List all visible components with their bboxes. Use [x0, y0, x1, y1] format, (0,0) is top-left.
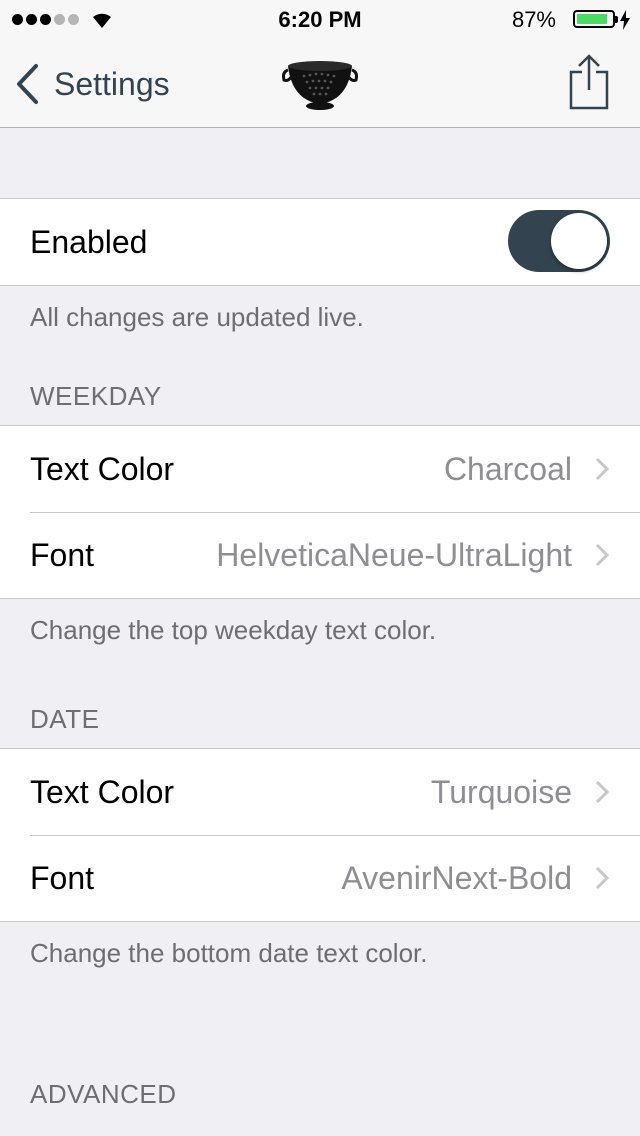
date-text-color-value: Turquoise	[430, 773, 572, 810]
back-button[interactable]: Settings	[14, 40, 170, 128]
weekday-font-label: Font	[30, 536, 95, 573]
weekday-font-cell[interactable]: Font HelveticaNeue-UltraLight	[0, 512, 640, 598]
back-button-label: Settings	[54, 65, 170, 102]
weekday-text-color-cell[interactable]: Text Color Charcoal	[0, 426, 640, 512]
settings-screen: 6:20 PM 87% Settings Enabled All changes…	[0, 0, 640, 1136]
enabled-group: Enabled	[0, 198, 640, 286]
date-text-color-cell[interactable]: Text Color Turquoise	[0, 749, 640, 835]
colander-icon	[282, 61, 358, 110]
chevron-right-icon	[595, 543, 610, 567]
weekday-section-header: WEEKDAY	[30, 381, 162, 411]
weekday-font-value: HelveticaNeue-UltraLight	[216, 536, 572, 573]
advanced-section-header: ADVANCED	[30, 1079, 177, 1109]
date-font-cell[interactable]: Font AvenirNext-Bold	[0, 835, 640, 921]
settings-list: Enabled All changes are updated live. WE…	[0, 128, 640, 1110]
battery-percentage: 87%	[511, 7, 556, 32]
navigation-bar: Settings	[0, 40, 640, 128]
chevron-right-icon	[595, 780, 610, 804]
toggle-knob	[551, 213, 607, 269]
date-font-value: AvenirNext-Bold	[341, 859, 572, 896]
date-footer: Change the bottom date text color.	[30, 938, 428, 968]
chevron-left-icon	[17, 64, 38, 104]
enabled-footer: All changes are updated live.	[30, 302, 364, 332]
date-font-label: Font	[30, 859, 95, 896]
enabled-label: Enabled	[30, 223, 148, 260]
enabled-toggle[interactable]	[508, 210, 610, 272]
weekday-text-color-value: Charcoal	[443, 450, 572, 487]
status-bar: 6:20 PM 87%	[0, 0, 640, 40]
date-section-header: DATE	[30, 704, 100, 734]
date-text-color-label: Text Color	[30, 773, 175, 810]
date-group: Text Color Turquoise Font AvenirNext-Bol…	[0, 748, 640, 922]
enabled-cell: Enabled	[0, 199, 640, 285]
charging-bolt-icon	[620, 10, 630, 30]
chevron-right-icon	[595, 866, 610, 890]
weekday-group: Text Color Charcoal Font HelveticaNeue-U…	[0, 425, 640, 599]
battery-icon	[573, 10, 618, 28]
chevron-right-icon	[595, 457, 610, 481]
weekday-text-color-label: Text Color	[30, 450, 175, 487]
weekday-footer: Change the top weekday text color.	[30, 615, 437, 645]
share-icon[interactable]	[564, 54, 614, 112]
